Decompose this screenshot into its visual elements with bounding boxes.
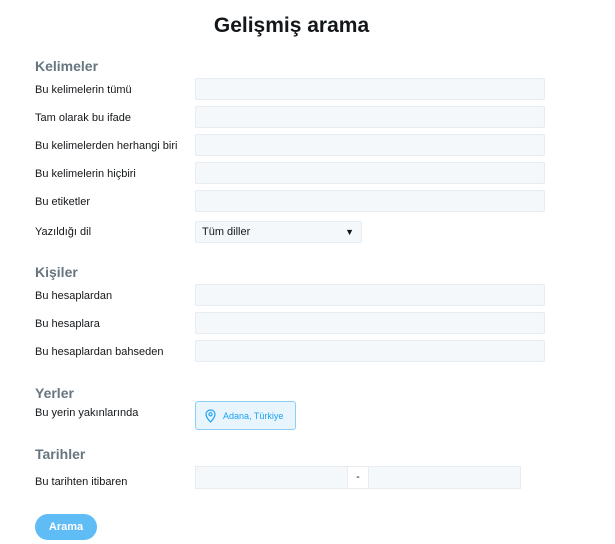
mentioning-accounts-input[interactable] (195, 340, 545, 362)
none-words-input[interactable] (195, 162, 545, 184)
to-accounts-input[interactable] (195, 312, 545, 334)
to-accounts-label: Bu hesaplara (35, 318, 100, 330)
any-words-input[interactable] (195, 134, 545, 156)
location-chip[interactable]: Adana, Türkiye (195, 401, 296, 430)
all-words-label: Bu kelimelerin tümü (35, 84, 132, 96)
date-separator: - (347, 466, 369, 489)
triangle-down-icon: ▼ (345, 227, 354, 237)
none-words-label: Bu kelimelerin hiçbiri (35, 168, 136, 180)
search-button[interactable]: Arama (35, 514, 97, 540)
all-words-input[interactable] (195, 78, 545, 100)
hashtags-label: Bu etiketler (35, 196, 91, 208)
from-accounts-input[interactable] (195, 284, 545, 306)
language-select[interactable]: Tüm diller ▼ (195, 221, 362, 243)
page-title: Gelişmiş arama (213, 14, 370, 37)
section-heading-dates: Tarihler (35, 446, 86, 462)
map-pin-icon (205, 408, 216, 423)
section-heading-people: Kişiler (35, 264, 78, 280)
section-heading-places: Yerler (35, 385, 74, 401)
language-label: Yazıldığı dil (35, 226, 92, 238)
near-place-label: Bu yerin yakınlarında (35, 407, 139, 419)
exact-phrase-label: Tam olarak bu ifade (35, 112, 131, 124)
from-date-label: Bu tarihten itibaren (35, 476, 128, 488)
exact-phrase-input[interactable] (195, 106, 545, 128)
language-select-value: Tüm diller (202, 226, 251, 238)
from-date-input[interactable] (195, 466, 348, 489)
mentioning-accounts-label: Bu hesaplardan bahseden (35, 346, 164, 358)
location-chip-label: Adana, Türkiye (223, 410, 284, 421)
hashtags-input[interactable] (195, 190, 545, 212)
from-accounts-label: Bu hesaplardan (35, 290, 113, 302)
to-date-input[interactable] (368, 466, 521, 489)
any-words-label: Bu kelimelerden herhangi biri (35, 140, 178, 152)
section-heading-words: Kelimeler (35, 58, 99, 74)
